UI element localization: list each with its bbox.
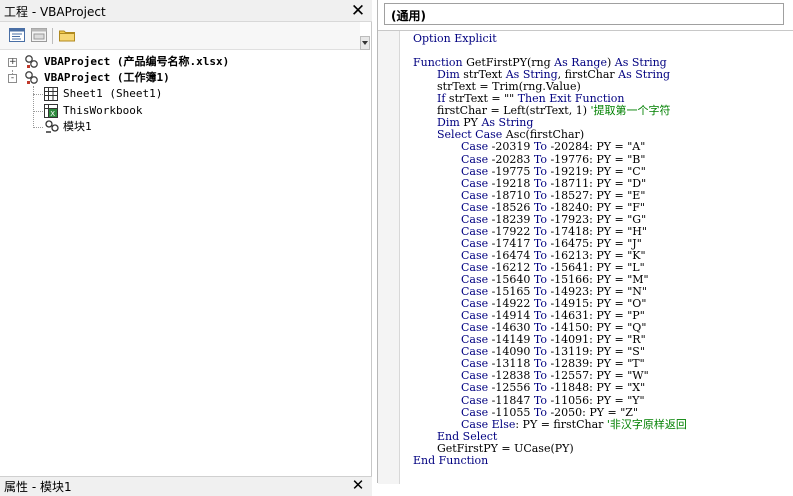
code-editor[interactable]: Option Explicit Function GetFirstPY(rng A… <box>378 30 793 484</box>
code-text: Case -16212 To -15641: PY = "L" <box>461 260 645 274</box>
tree-node-module1[interactable]: 模块1 <box>0 119 360 135</box>
properties-title: 属性 - 模块1 <box>4 480 72 494</box>
tree-node-project-workbook1[interactable]: - VBAProject (工作簿1) <box>0 70 360 86</box>
code-text: Case -12556 To -11848: PY = "X" <box>461 381 646 395</box>
code-text: Case -18239 To -17923: PY = "G" <box>461 212 647 226</box>
code-text: Case -15640 To -15166: PY = "M" <box>461 273 649 286</box>
code-text: Case -11055 To -2050: PY = "Z" <box>461 405 638 419</box>
scroll-down-arrow[interactable] <box>360 36 370 50</box>
project-explorer-toolbar <box>0 22 360 50</box>
code-text: End Select <box>437 429 498 443</box>
tree-node-sheet1[interactable]: Sheet1 (Sheet1) <box>0 86 360 102</box>
code-text: Case -15165 To -14923: PY = "N" <box>461 285 647 299</box>
project-explorer: 工程 - VBAProject ✕ + VBAProject (产品编号名称.x… <box>0 0 372 496</box>
code-text: Case -14090 To -13119: PY = "S" <box>461 345 645 359</box>
code-text: Dim strText As String, firstChar As Stri… <box>437 68 671 82</box>
tree-node-label: VBAProject (产品编号名称.xlsx) <box>44 55 230 68</box>
tree-node-label: 模块1 <box>63 120 92 133</box>
workbook-icon: X <box>44 104 58 118</box>
code-text: Case -17922 To -17418: PY = "H" <box>461 224 647 238</box>
tree-node-thisworkbook[interactable]: X ThisWorkbook <box>0 103 360 119</box>
code-window: (通用) Option Explicit Function GetFirstPY(… <box>377 0 793 484</box>
code-text: Case -18710 To -18527: PY = "E" <box>461 188 646 202</box>
code-text: Dim PY As String <box>437 116 534 130</box>
code-text: Case -14922 To -14915: PY = "O" <box>461 297 647 311</box>
code-text: Case -20319 To -20284: PY = "A" <box>461 140 646 154</box>
properties-titlebar[interactable]: 属性 - 模块1 ✕ <box>0 476 372 496</box>
worksheet-icon <box>44 87 58 101</box>
code-text: Case -17417 To -16475: PY = "J" <box>461 236 642 250</box>
object-dropdown-value: (通用) <box>391 9 426 23</box>
code-text: Case Else: PY = firstChar <box>461 417 607 431</box>
svg-text:X: X <box>50 110 55 118</box>
tree-node-label: ThisWorkbook <box>63 104 143 117</box>
collapse-icon[interactable]: - <box>8 74 17 83</box>
project-explorer-titlebar[interactable]: 工程 - VBAProject ✕ <box>0 0 372 22</box>
project-explorer-title: 工程 - VBAProject <box>4 5 106 19</box>
code-text: Case -14630 To -14150: PY = "Q" <box>461 321 647 335</box>
code-text: Case -18526 To -18240: PY = "F" <box>461 200 645 214</box>
code-text: Case -11847 To -11056: PY = "Y" <box>461 393 645 407</box>
code-text: Case -19775 To -19219: PY = "C" <box>461 164 646 178</box>
toolbar-separator <box>52 28 53 44</box>
code-text: Case -20283 To -19776: PY = "B" <box>461 152 646 166</box>
expand-icon[interactable]: + <box>8 58 17 67</box>
code-text: Case -13118 To -12839: PY = "T" <box>461 357 645 371</box>
code-text: Case -12838 To -12557: PY = "W" <box>461 369 649 383</box>
code-text: Case -16474 To -16213: PY = "K" <box>461 248 646 262</box>
tree-node-label: VBAProject (工作簿1) <box>44 71 170 84</box>
code-text: Function GetFirstPY(rng As Range) As Str… <box>413 56 667 70</box>
code-comment: '提取第一个字符 <box>590 104 671 118</box>
code-text: GetFirstPY = UCase(PY) <box>437 441 574 455</box>
view-object-icon[interactable] <box>30 27 48 43</box>
code-text: strText = Trim(rng.Value) <box>437 80 581 94</box>
code-text: Case -14914 To -14631: PY = "P" <box>461 309 645 323</box>
code-text: Case -19218 To -18711: PY = "D" <box>461 176 647 190</box>
view-code-icon[interactable] <box>8 27 26 43</box>
code-margin-indicator-bar[interactable] <box>378 31 400 484</box>
vba-project-icon <box>25 55 38 68</box>
code-text: firstChar = Left(strText, 1) <box>437 104 591 118</box>
object-dropdown[interactable]: (通用) <box>384 3 784 25</box>
code-text: Case -14149 To -14091: PY = "R" <box>461 333 646 347</box>
code-text: End Function <box>413 453 489 467</box>
folder-icon[interactable] <box>58 27 76 43</box>
code-text: Option Explicit <box>413 32 497 45</box>
module-icon <box>45 120 59 133</box>
vba-project-icon <box>25 71 38 84</box>
tree-node-label: Sheet1 (Sheet1) <box>63 87 163 100</box>
code-comment: '非汉字原样返回 <box>606 417 687 431</box>
close-icon[interactable]: ✕ <box>349 476 367 494</box>
close-icon[interactable]: ✕ <box>349 2 367 20</box>
code-line[interactable]: End Function <box>413 453 489 467</box>
tree-node-project-xlsx[interactable]: + VBAProject (产品编号名称.xlsx) <box>0 54 360 70</box>
code-text: Select Case Asc(firstChar) <box>437 128 585 142</box>
code-line[interactable]: Option Explicit <box>413 33 497 45</box>
